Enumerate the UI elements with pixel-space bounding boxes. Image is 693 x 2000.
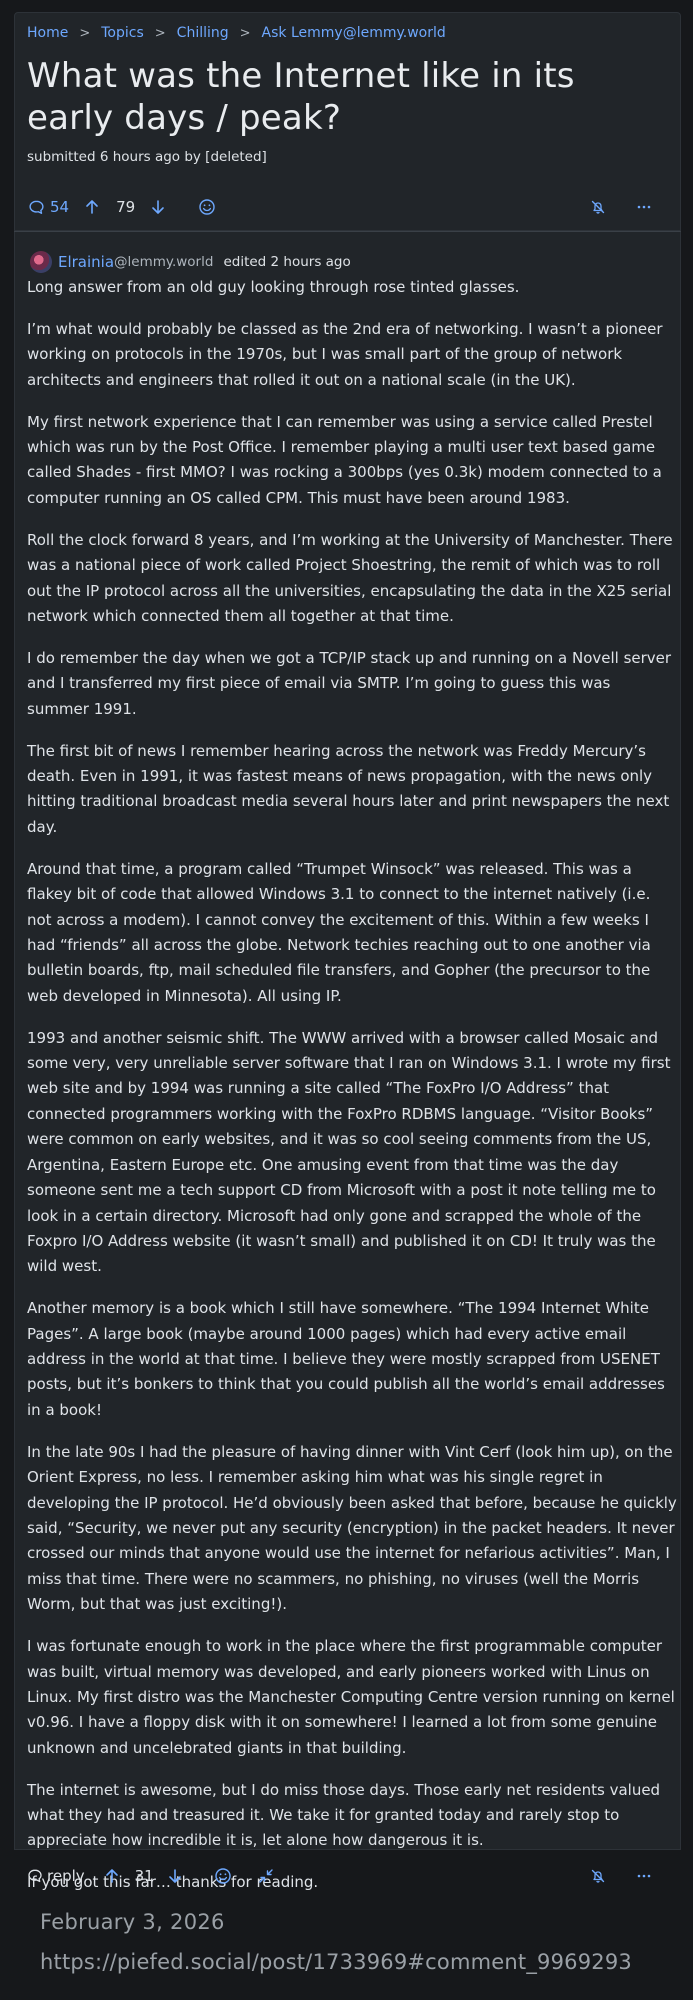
comments-button[interactable]: 54 xyxy=(28,198,69,216)
mute-notifications-button[interactable] xyxy=(590,199,606,215)
avatar[interactable] xyxy=(30,251,52,273)
bell-slash-icon xyxy=(590,1868,606,1884)
comment-paragraph: The first bit of news I remember hearing… xyxy=(27,741,670,836)
collapse-arrows-icon xyxy=(258,1868,274,1884)
comment-paragraph: In the late 90s I had the pleasure of ha… xyxy=(27,1442,677,1614)
comment-upvote-button[interactable] xyxy=(105,1868,119,1884)
smiley-icon xyxy=(214,1867,232,1885)
comment-paragraph: 1993 and another seismic shift. The WWW … xyxy=(27,1028,671,1276)
breadcrumb-separator: > xyxy=(154,25,166,41)
comment-emoji-button[interactable] xyxy=(214,1867,232,1885)
post-card: Home > Topics > Chilling > Ask Lemmy@lem… xyxy=(14,12,681,231)
collapse-comment-button[interactable] xyxy=(258,1868,274,1884)
post-secondary-actions xyxy=(590,199,668,215)
post-title: What was the Internet like in its early … xyxy=(27,56,575,138)
emoji-reaction-button[interactable] xyxy=(198,198,216,216)
breadcrumb-separator: > xyxy=(239,25,251,41)
reply-button[interactable]: reply xyxy=(27,1867,85,1885)
comment-actions: reply 31 xyxy=(27,1864,668,1888)
more-options-button[interactable] xyxy=(636,199,652,215)
comment-edited-time: edited 2 hours ago xyxy=(223,254,351,270)
comment-card: Elrainia @lemmy.world edited 2 hours ago… xyxy=(14,232,681,1891)
comment-count: 54 xyxy=(50,198,70,216)
comment-more-options-button[interactable] xyxy=(636,1868,652,1884)
post-score: 79 xyxy=(116,198,136,216)
comment-paragraph: I’m what would probably be classed as th… xyxy=(27,319,663,389)
comment-header: Elrainia @lemmy.world edited 2 hours ago xyxy=(27,250,668,274)
breadcrumb-topics[interactable]: Topics xyxy=(101,25,144,41)
breadcrumb-community[interactable]: Ask Lemmy@lemmy.world xyxy=(262,25,446,41)
comment-mute-notifications-button[interactable] xyxy=(590,1868,606,1884)
smiley-icon xyxy=(198,198,216,216)
comment-paragraph: Around that time, a program called “Trum… xyxy=(27,859,651,1005)
upvote-button[interactable] xyxy=(85,199,99,215)
breadcrumb-home[interactable]: Home xyxy=(27,25,68,41)
post-submitted-info: submitted 6 hours ago by [deleted] xyxy=(27,149,267,165)
ellipsis-icon xyxy=(636,1868,652,1884)
comment-author[interactable]: Elrainia xyxy=(58,253,114,271)
comment-paragraph: Another memory is a book which I still h… xyxy=(27,1299,665,1419)
arrow-up-icon xyxy=(105,1868,119,1884)
comment-paragraph: My first network experience that I can r… xyxy=(27,412,662,507)
breadcrumb: Home > Topics > Chilling > Ask Lemmy@lem… xyxy=(27,23,668,43)
post-actions: 54 79 xyxy=(27,194,668,220)
arrow-down-icon xyxy=(168,1868,182,1884)
speech-bubble-icon xyxy=(27,1868,43,1884)
reply-label: reply xyxy=(47,1867,85,1885)
comment-secondary-actions xyxy=(590,1868,668,1884)
speech-bubble-icon xyxy=(28,199,45,216)
capture-date: February 3, 2026 xyxy=(40,1910,225,1934)
comment-author-instance: @lemmy.world xyxy=(114,254,214,270)
breadcrumb-separator: > xyxy=(79,25,91,41)
capture-url: https://piefed.social/post/1733969#comme… xyxy=(40,1950,632,1974)
comment-body: Long answer from an old guy looking thro… xyxy=(27,275,677,1896)
downvote-button[interactable] xyxy=(151,199,165,215)
comment-paragraph: I was fortunate enough to work in the pl… xyxy=(27,1637,675,1757)
arrow-down-icon xyxy=(151,199,165,215)
bell-slash-icon xyxy=(590,199,606,215)
comment-paragraph: The internet is awesome, but I do miss t… xyxy=(27,1780,661,1850)
comment-paragraph: I do remember the day when we got a TCP/… xyxy=(27,648,672,718)
comment-score: 31 xyxy=(134,1867,154,1885)
breadcrumb-chilling[interactable]: Chilling xyxy=(177,25,229,41)
comment-paragraph: Roll the clock forward 8 years, and I’m … xyxy=(27,530,673,625)
comment-paragraph: Long answer from an old guy looking thro… xyxy=(27,278,520,296)
ellipsis-icon xyxy=(636,199,652,215)
arrow-up-icon xyxy=(85,199,99,215)
comment-downvote-button[interactable] xyxy=(168,1868,182,1884)
